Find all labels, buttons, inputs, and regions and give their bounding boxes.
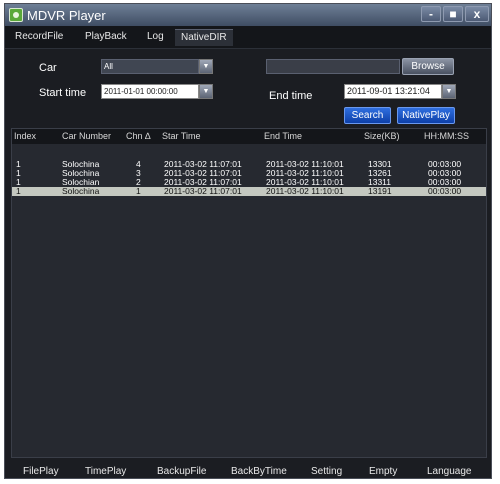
cell-chn: 1 [136,186,141,196]
fileplay-button[interactable]: FilePlay [23,466,59,477]
backbytime-button[interactable]: BackByTime [231,466,287,477]
path-field[interactable] [266,59,400,74]
app-window: MDVR Player - ■ x RecordFile PlayBack Lo… [4,3,492,479]
language-button[interactable]: Language [427,466,472,477]
cell-index: 1 [16,186,21,196]
window-title: MDVR Player [27,8,106,23]
cell-start-time: 2011-03-02 11:07:01 [164,186,242,196]
app-logo-icon [9,8,23,22]
tab-playback[interactable]: PlayBack [85,31,127,42]
column-star-time[interactable]: Star Time [162,131,201,141]
timeplay-button[interactable]: TimePlay [85,466,126,477]
car-select[interactable]: All [101,59,199,74]
minimize-button[interactable]: - [421,6,441,22]
bottom-toolbar: FilePlay TimePlay BackupFile BackByTime … [5,463,491,478]
table-header: Index Car Number Chn ∆ Star Time End Tim… [12,129,486,144]
tab-nativedir[interactable]: NativeDIR [175,29,233,46]
table-row-selected[interactable]: 1 Solochina 1 2011-03-02 11:07:01 2011-0… [12,187,486,196]
backupfile-button[interactable]: BackupFile [157,466,206,477]
empty-button[interactable]: Empty [369,466,397,477]
start-time-field[interactable]: 2011-01-01 00:00:00 [101,84,199,99]
end-time-field[interactable]: 2011-09-01 13:21:04 [344,84,442,99]
column-size[interactable]: Size(KB) [364,131,400,141]
menu-bar: RecordFile PlayBack Log NativeDIR [5,26,491,49]
title-bar[interactable]: MDVR Player - ■ x [5,4,491,26]
tab-log[interactable]: Log [147,31,164,42]
start-time-label: Start time [39,87,87,99]
column-end-time[interactable]: End Time [264,131,302,141]
column-car-number[interactable]: Car Number [62,131,111,141]
browse-button[interactable]: Browse [402,58,454,75]
cell-duration: 00:03:00 [428,186,462,196]
start-time-dropdown-icon[interactable]: ▼ [199,84,213,99]
column-chn[interactable]: Chn ∆ [126,131,151,141]
car-dropdown-arrow-icon[interactable]: ▼ [199,59,213,74]
column-duration[interactable]: HH:MM:SS [424,131,469,141]
car-label: Car [39,62,57,74]
end-time-dropdown-icon[interactable]: ▼ [442,84,456,99]
column-index[interactable]: Index [14,131,36,141]
maximize-button[interactable]: ■ [443,6,463,22]
cell-car-number: Solochina [62,186,100,196]
close-button[interactable]: x [465,6,489,22]
record-table: Index Car Number Chn ∆ Star Time End Tim… [11,128,487,458]
setting-button[interactable]: Setting [311,466,342,477]
end-time-label: End time [269,90,313,102]
cell-end-time: 2011-03-02 11:10:01 [266,186,344,196]
tab-recordfile[interactable]: RecordFile [15,31,63,42]
nativeplay-button[interactable]: NativePlay [397,107,455,124]
cell-size: 13191 [368,186,392,196]
search-button[interactable]: Search [344,107,391,124]
